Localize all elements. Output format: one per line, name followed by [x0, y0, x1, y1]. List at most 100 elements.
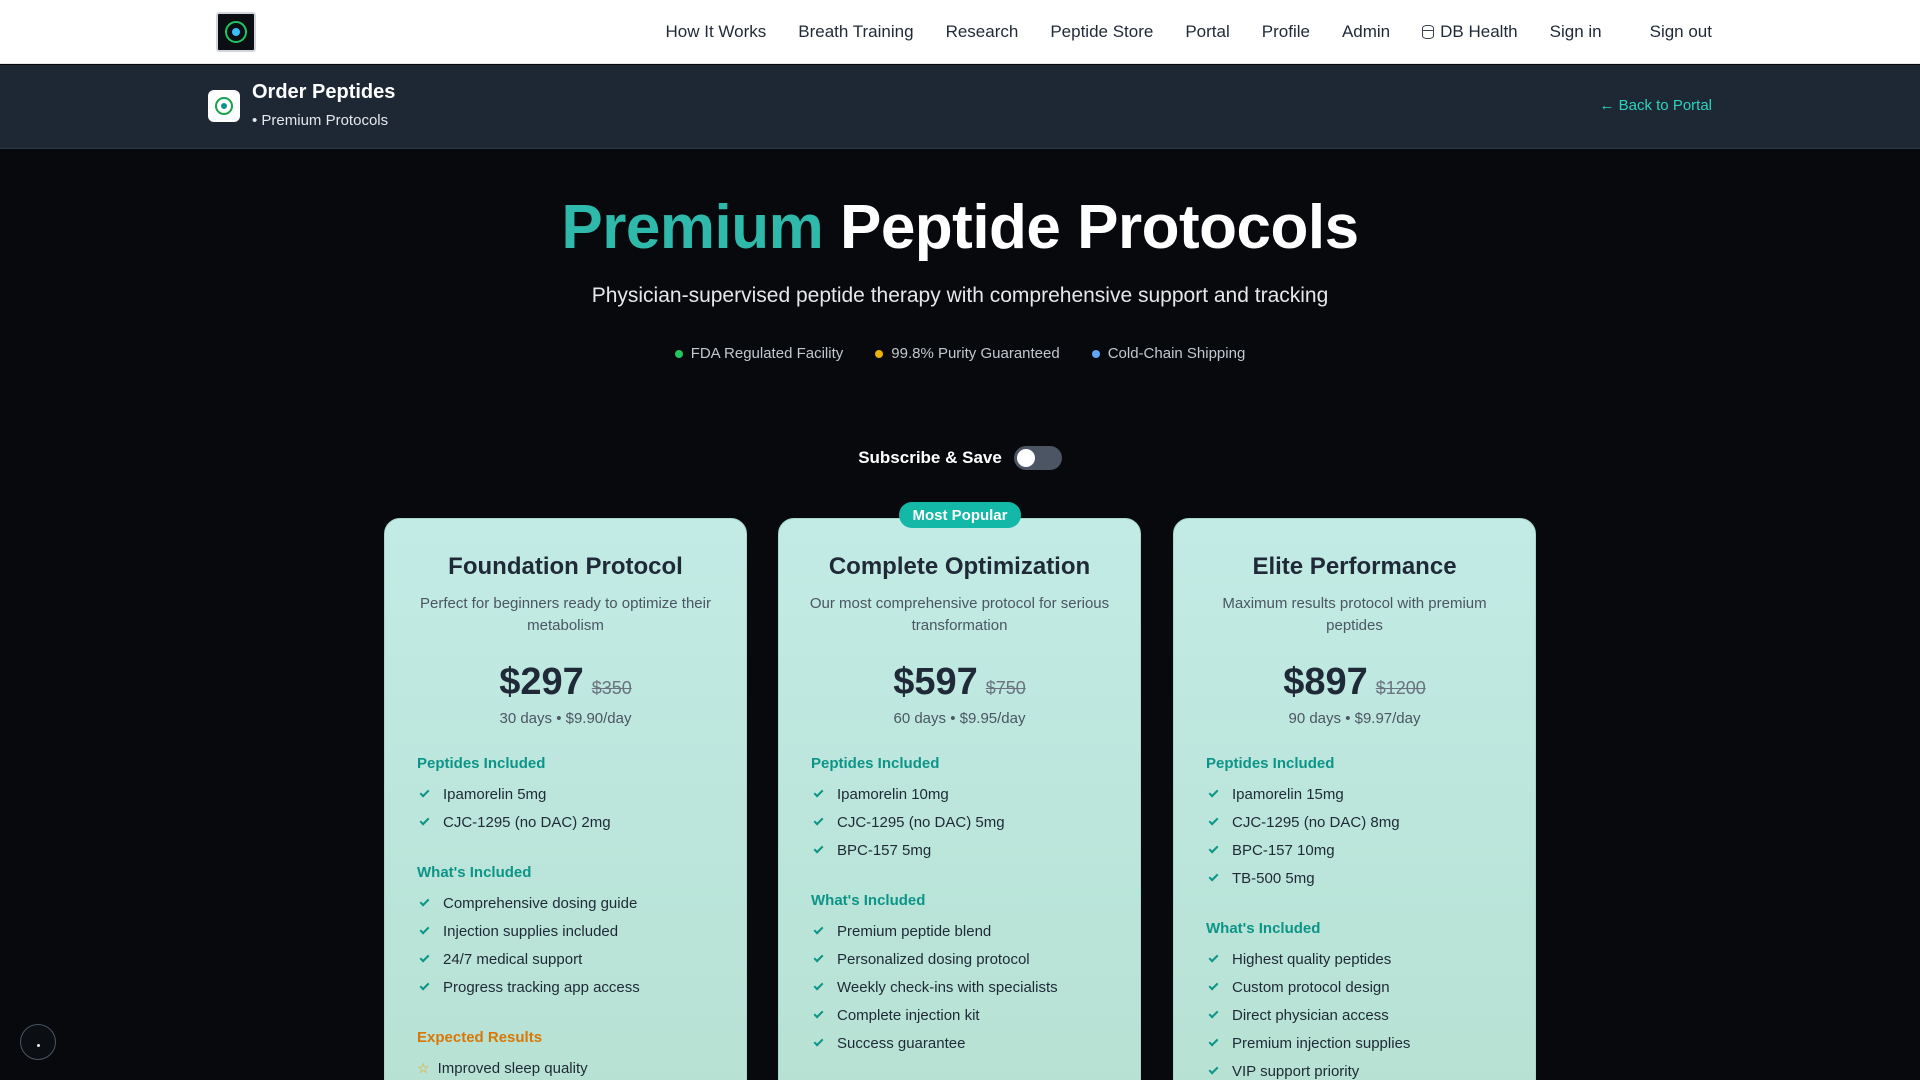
page-subheader: Order Peptides • Premium Protocols ← Bac…: [0, 65, 1920, 149]
list-item: BPC-157 5mg: [811, 836, 1140, 864]
list-item: Complete injection kit: [811, 1001, 1140, 1029]
nav-admin[interactable]: Admin: [1342, 22, 1390, 42]
plan-price: $897: [1283, 661, 1368, 703]
plan-duration: 30 days • $9.90/day: [499, 710, 632, 727]
badge-fda: FDA Regulated Facility: [674, 345, 844, 362]
plan-card-complete[interactable]: Complete Optimization Our most comprehens…: [778, 518, 1141, 1080]
list-item: Ipamorelin 5mg: [417, 780, 746, 808]
list-item: Highest quality peptides: [1206, 945, 1535, 973]
subscribe-save-label: Subscribe & Save: [858, 448, 1002, 467]
plan-description: Our most comprehensive protocol for seri…: [809, 595, 1110, 634]
hero-subtitle: Physician-supervised peptide therapy wit…: [591, 284, 1329, 307]
hero-title-accent: Premium: [561, 193, 824, 262]
list-item: Success guarantee: [811, 1029, 1140, 1057]
list-item: 24/7 medical support: [417, 945, 746, 973]
nav-peptide-store[interactable]: Peptide Store: [1050, 22, 1153, 42]
store-logo: [208, 90, 240, 122]
check-icon: [813, 1008, 824, 1018]
list-item: CJC-1295 (no DAC) 8mg: [1206, 808, 1535, 836]
list-item-label: Injection supplies included: [443, 922, 619, 940]
logo[interactable]: [216, 12, 256, 52]
section-heading: Expected Results: [417, 1029, 543, 1046]
list-item-label: VIP support priority: [1232, 1062, 1360, 1080]
status-dot-icon: [875, 349, 884, 358]
hero-title-rest: Peptide Protocols: [823, 193, 1359, 262]
check-icon: [419, 952, 430, 962]
nav-links: How It Works Breath Training Research Pe…: [634, 0, 1713, 64]
check-icon: [813, 980, 824, 990]
plan-old-price: $350: [591, 678, 632, 698]
plan-title: Foundation Protocol: [448, 553, 683, 580]
plan-card-elite[interactable]: Elite Performance Maximum results protoco…: [1173, 518, 1536, 1080]
toggle-knob: [1016, 449, 1035, 467]
dot-icon: [36, 1043, 40, 1047]
list-item-label: 24/7 medical support: [443, 950, 583, 968]
list-item: Premium peptide blend: [811, 917, 1140, 945]
nav-db-health-label: DB Health: [1440, 22, 1518, 41]
plan-price: $297: [499, 661, 584, 703]
check-icon: [1208, 871, 1219, 881]
store-logo-icon: [215, 97, 233, 115]
nav-sign-in[interactable]: Sign in: [1550, 22, 1602, 42]
check-icon: [1208, 843, 1219, 853]
plan-title: Complete Optimization: [828, 553, 1091, 580]
nav-research[interactable]: Research: [946, 22, 1019, 42]
nav-how-it-works[interactable]: How It Works: [666, 22, 767, 42]
list-item-label: BPC-157 10mg: [1232, 841, 1335, 859]
subscribe-save-row: Subscribe & Save: [0, 446, 1920, 470]
feature-list: Ipamorelin 15mg CJC-1295 (no DAC) 8mg BPC-…: [1206, 780, 1535, 892]
section-heading: What's Included: [1206, 920, 1321, 937]
list-item: CJC-1295 (no DAC) 2mg: [417, 808, 746, 836]
list-item: Injection supplies included: [417, 917, 746, 945]
list-item: Comprehensive dosing guide: [417, 889, 746, 917]
list-item-label: Custom protocol design: [1232, 978, 1390, 996]
list-item: Weekly check-ins with specialists: [811, 973, 1140, 1001]
plan-title: Elite Performance: [1252, 553, 1457, 580]
star-icon: ☆: [417, 1059, 430, 1076]
badge-purity: 99.8% Purity Guaranteed: [875, 345, 1060, 362]
list-item-label: Direct physician access: [1232, 1006, 1389, 1024]
check-icon: [419, 896, 430, 906]
list-item-label: CJC-1295 (no DAC) 2mg: [443, 813, 611, 831]
check-icon: [813, 843, 824, 853]
list-item: Ipamorelin 10mg: [811, 780, 1140, 808]
section-heading: Peptides Included: [811, 755, 940, 772]
price-row: $597 $750: [779, 661, 1140, 704]
results-list: ☆Improved sleep quality☆Enhanced fat bur…: [417, 1054, 746, 1080]
plan-card-foundation[interactable]: Foundation Protocol Perfect for beginners…: [384, 518, 747, 1080]
check-icon: [1208, 1036, 1219, 1046]
check-icon: [813, 1036, 824, 1046]
plan-old-price: $1200: [1375, 678, 1426, 698]
badge-label: 99.8% Purity Guaranteed: [891, 345, 1060, 362]
list-item: Custom protocol design: [1206, 973, 1535, 1001]
price-row: $897 $1200: [1174, 661, 1535, 704]
nav-db-health[interactable]: DB Health: [1422, 22, 1518, 42]
subscribe-save-toggle[interactable]: [1013, 446, 1062, 470]
list-item: VIP support priority: [1206, 1057, 1535, 1080]
list-item-label: CJC-1295 (no DAC) 5mg: [837, 813, 1005, 831]
nav-sign-out[interactable]: Sign out: [1650, 22, 1712, 42]
check-icon: [1208, 1064, 1219, 1074]
check-icon: [419, 924, 430, 934]
list-item-label: Ipamorelin 15mg: [1232, 785, 1344, 803]
list-item: ☆ Improved sleep quality: [417, 1054, 746, 1080]
list-item: TB-500 5mg: [1206, 864, 1535, 892]
nav-breath-training[interactable]: Breath Training: [798, 22, 913, 42]
hero-title: Premium Peptide Protocols: [0, 192, 1920, 263]
list-item: Ipamorelin 15mg: [1206, 780, 1535, 808]
list-item: Direct physician access: [1206, 1001, 1535, 1029]
list-item: Personalized dosing protocol: [811, 945, 1140, 973]
nav-portal[interactable]: Portal: [1185, 22, 1229, 42]
trust-badges: FDA Regulated Facility 99.8% Purity Guar…: [0, 345, 1920, 362]
check-icon: [419, 815, 430, 825]
back-to-portal-link[interactable]: ← Back to Portal: [1599, 97, 1712, 114]
feature-list: Ipamorelin 5mg CJC-1295 (no DAC) 2mg: [417, 780, 746, 836]
check-icon: [813, 787, 824, 797]
list-item-label: Progress tracking app access: [443, 978, 640, 996]
badge-label: FDA Regulated Facility: [690, 345, 844, 362]
floating-action-button[interactable]: [20, 1024, 56, 1060]
page-subtitle: • Premium Protocols: [252, 112, 389, 129]
list-item-label: Highest quality peptides: [1232, 950, 1392, 968]
check-icon: [813, 815, 824, 825]
nav-profile[interactable]: Profile: [1262, 22, 1310, 42]
